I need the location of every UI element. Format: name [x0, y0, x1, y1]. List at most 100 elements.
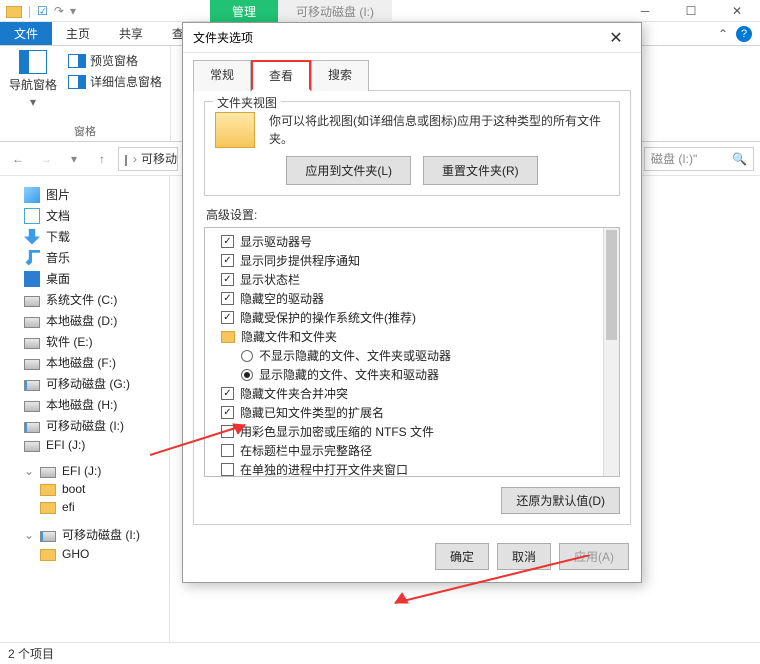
tree-item[interactable]: 下载 — [0, 226, 169, 247]
tree-item-label: 下载 — [46, 228, 70, 245]
checkbox-icon[interactable] — [221, 254, 234, 267]
adv-item-label: 用彩色显示加密或压缩的 NTFS 文件 — [240, 423, 434, 440]
tree-item[interactable]: 文档 — [0, 205, 169, 226]
preview-pane-toggle[interactable]: 预览窗格 — [68, 50, 162, 71]
radio-icon[interactable] — [241, 350, 253, 362]
nav-tree[interactable]: 图片文档下载音乐桌面系统文件 (C:)本地磁盘 (D:) 软件 (E:) 本地磁盘 … — [0, 176, 170, 642]
reset-folders-button[interactable]: 重置文件夹(R) — [423, 156, 538, 185]
scrollbar[interactable] — [603, 228, 619, 476]
adv-radio-item[interactable]: 显示隐藏的文件、文件夹和驱动器 — [211, 365, 601, 384]
drive-icon — [24, 359, 40, 370]
tree-item[interactable]: ⌄EFI (J:) — [0, 462, 169, 480]
close-button[interactable]: ✕ — [714, 0, 760, 22]
checkbox-icon[interactable] — [221, 463, 234, 476]
tab-search[interactable]: 搜索 — [311, 60, 369, 91]
tree-item[interactable]: 本地磁盘 (H:) — [0, 394, 169, 415]
tree-item[interactable]: 音乐 — [0, 247, 169, 268]
tree-item[interactable]: 本地磁盘 (D:) — [0, 310, 169, 331]
up-button[interactable]: ↑ — [90, 147, 114, 171]
desk-icon — [24, 271, 40, 287]
qat-dropdown-icon[interactable]: ▾ — [70, 4, 76, 18]
checkbox-icon[interactable] — [221, 311, 234, 324]
back-button[interactable]: ← — [6, 147, 30, 171]
tree-item[interactable]: 软件 (E:) — [0, 331, 169, 352]
doc-icon — [24, 208, 40, 224]
scrollbar-thumb[interactable] — [606, 230, 617, 340]
maximize-button[interactable]: ☐ — [668, 0, 714, 22]
checkbox-icon[interactable] — [221, 235, 234, 248]
adv-checkbox-item[interactable]: 在标题栏中显示完整路径 — [211, 441, 601, 460]
recent-locations-button[interactable]: ▾ — [62, 147, 86, 171]
fold-icon — [40, 502, 56, 514]
status-text: 2 个项目 — [8, 645, 54, 662]
cancel-button[interactable]: 取消 — [497, 543, 551, 570]
tree-item-label: 图片 — [46, 186, 70, 203]
tree-item[interactable]: ⌄可移动磁盘 (I:) — [0, 524, 169, 545]
qat-redo-icon[interactable]: ↷ — [54, 4, 64, 18]
adv-radio-item[interactable]: 不显示隐藏的文件、文件夹或驱动器 — [211, 346, 601, 365]
checkbox-icon[interactable] — [221, 425, 234, 438]
preview-pane-label: 预览窗格 — [90, 52, 138, 69]
apply-button[interactable]: 应用(A) — [559, 543, 629, 570]
fold-icon — [40, 549, 56, 561]
tree-item[interactable]: 可移动磁盘 (I:) — [0, 415, 169, 436]
nav-pane-button[interactable]: 导航窗格 ▾ — [8, 50, 58, 109]
tree-item[interactable]: 可移动磁盘 (G:) — [0, 373, 169, 394]
tree-item[interactable]: 系统文件 (C:) — [0, 289, 169, 310]
tree-item-label: 软件 (E:) — [46, 333, 93, 350]
advanced-settings-list[interactable]: 显示驱动器号显示同步提供程序通知显示状态栏隐藏空的驱动器隐藏受保护的操作系统文件… — [204, 227, 620, 477]
ok-button[interactable]: 确定 — [435, 543, 489, 570]
checkbox-icon[interactable] — [221, 273, 234, 286]
checkbox-icon[interactable] — [221, 292, 234, 305]
tree-item[interactable]: 图片 — [0, 184, 169, 205]
drive-icon — [24, 441, 40, 452]
adv-checkbox-item[interactable]: 显示驱动器号 — [211, 232, 601, 251]
drive-icon — [24, 296, 40, 307]
tab-file[interactable]: 文件 — [0, 22, 52, 45]
folder-views-icon — [215, 112, 255, 148]
tree-item[interactable]: 桌面 — [0, 268, 169, 289]
tab-share[interactable]: 共享 — [105, 22, 158, 45]
qat-check-icon[interactable]: ☑ — [37, 4, 48, 18]
adv-checkbox-item[interactable]: 隐藏文件夹合并冲突 — [211, 384, 601, 403]
ribbon-collapse-icon[interactable]: ⌃ — [718, 27, 728, 41]
minimize-button[interactable]: ─ — [622, 0, 668, 22]
apply-to-folders-button[interactable]: 应用到文件夹(L) — [286, 156, 411, 185]
radio-icon[interactable] — [241, 369, 253, 381]
drive-icon — [24, 401, 40, 412]
fold-icon — [40, 484, 56, 496]
adv-checkbox-item[interactable]: 用彩色显示加密或压缩的 NTFS 文件 — [211, 422, 601, 441]
tree-item[interactable]: GHO — [0, 545, 169, 563]
tab-general[interactable]: 常规 — [193, 60, 251, 91]
adv-checkbox-item[interactable]: 显示状态栏 — [211, 270, 601, 289]
adv-checkbox-item[interactable]: 在单独的进程中打开文件夹窗口 — [211, 460, 601, 477]
checkbox-icon[interactable] — [221, 387, 234, 400]
folder-views-text: 你可以将此视图(如详细信息或图标)应用于这种类型的所有文件夹。 — [269, 112, 609, 148]
adv-checkbox-item[interactable]: 隐藏已知文件类型的扩展名 — [211, 403, 601, 422]
restore-defaults-button[interactable]: 还原为默认值(D) — [501, 487, 620, 514]
address-bar[interactable]: › 可移动… — [118, 147, 178, 171]
context-tab-manage[interactable]: 管理 — [210, 0, 278, 22]
adv-checkbox-item[interactable]: 隐藏空的驱动器 — [211, 289, 601, 308]
checkbox-icon[interactable] — [221, 444, 234, 457]
forward-button[interactable]: → — [34, 147, 58, 171]
dialog-close-button[interactable]: ✕ — [601, 28, 631, 48]
tab-home[interactable]: 主页 — [52, 22, 105, 45]
checkbox-icon[interactable] — [221, 406, 234, 419]
search-box[interactable]: 磁盘 (I:)" 🔍 — [644, 147, 754, 171]
tab-view[interactable]: 查看 — [251, 60, 311, 91]
tree-item[interactable]: 本地磁盘 (F:) — [0, 352, 169, 373]
tree-item[interactable]: boot — [0, 480, 169, 498]
adv-item-label: 显示同步提供程序通知 — [240, 252, 360, 269]
adv-item-label: 显示隐藏的文件、文件夹和驱动器 — [259, 366, 439, 383]
help-icon[interactable]: ? — [736, 26, 752, 42]
drive-icon — [40, 531, 56, 542]
adv-checkbox-item[interactable]: 隐藏受保护的操作系统文件(推荐) — [211, 308, 601, 327]
tree-item-label: 可移动磁盘 (I:) — [46, 417, 124, 434]
tree-item[interactable]: efi — [0, 498, 169, 516]
drive-icon — [125, 155, 127, 166]
tree-item[interactable]: EFI (J:) — [0, 436, 169, 454]
adv-checkbox-item[interactable]: 显示同步提供程序通知 — [211, 251, 601, 270]
folder-icon — [221, 331, 235, 343]
details-pane-toggle[interactable]: 详细信息窗格 — [68, 71, 162, 92]
